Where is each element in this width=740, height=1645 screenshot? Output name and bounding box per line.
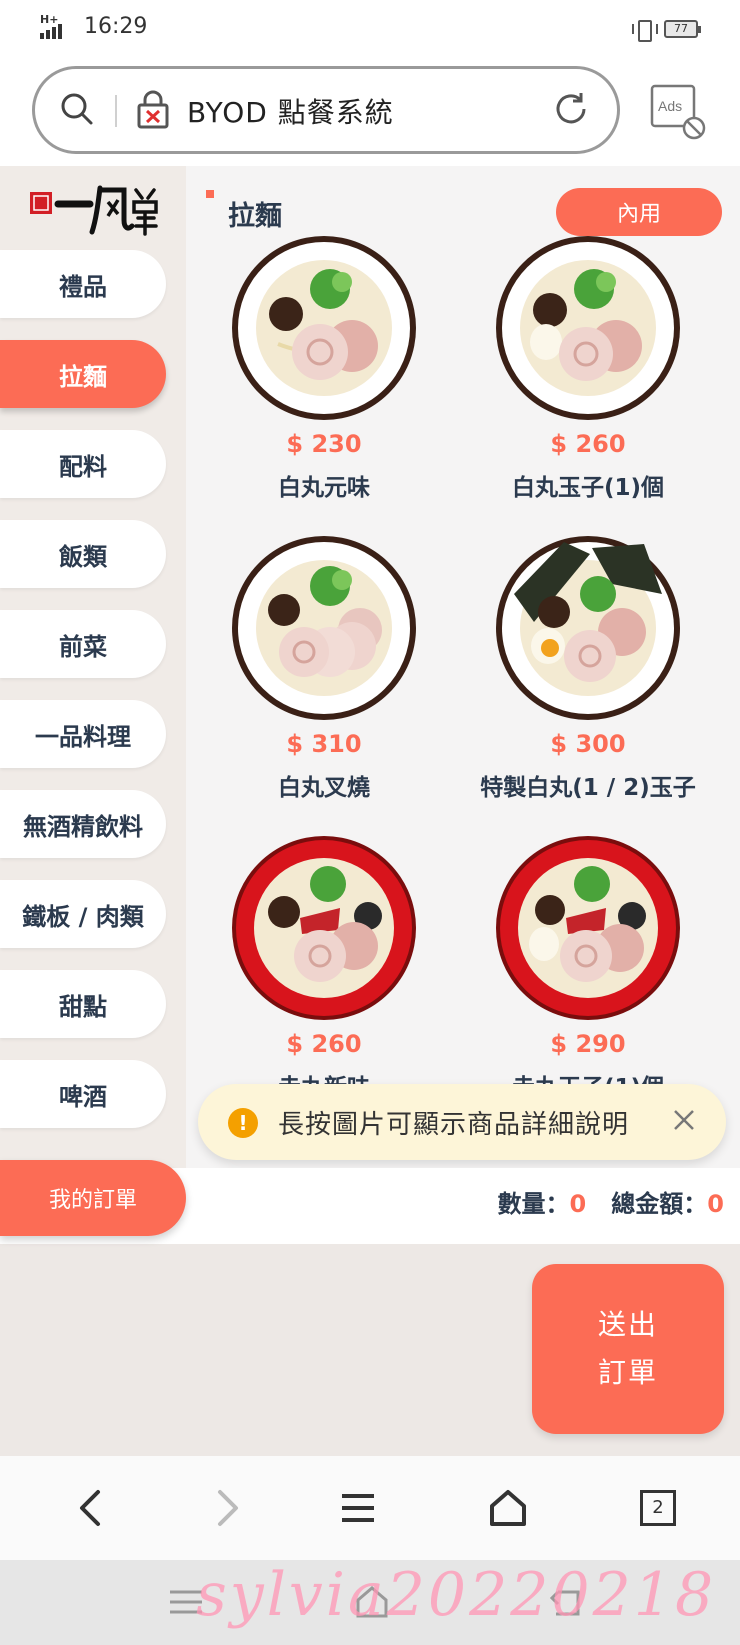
category-appetizers[interactable]: 前菜 (0, 610, 166, 678)
category-gift[interactable]: 禮品 (0, 250, 166, 318)
product-panel: 拉麵 內用 $ 230 白丸元味 $ 260 白丸玉子(1)個 $ 310 白丸… (186, 166, 740, 1176)
product-price: $ 230 (286, 430, 362, 458)
warning-icon: ! (228, 1108, 258, 1138)
ramen-image[interactable] (230, 234, 418, 422)
ippudo-logo (30, 185, 158, 236)
toast-message: 長按圖片可顯示商品詳細說明 (278, 1110, 630, 1140)
svg-text:Ads: Ads (658, 98, 682, 114)
order-summary: 數量：0 總金額：0 (498, 1184, 724, 1219)
quantity-value: 0 (569, 1190, 587, 1218)
product-card[interactable]: $ 260 白丸玉子(1)個 (450, 234, 720, 534)
product-price: $ 260 (550, 430, 626, 458)
menu-icon[interactable] (336, 1486, 380, 1530)
category-toppings[interactable]: 配料 (0, 430, 166, 498)
category-dessert[interactable]: 甜點 (0, 970, 166, 1038)
tabs-count-button[interactable]: 2 (640, 1490, 676, 1526)
hint-toast: ! 長按圖片可顯示商品詳細說明 (198, 1084, 726, 1160)
home-icon[interactable] (486, 1486, 530, 1530)
product-price: $ 300 (550, 730, 626, 758)
forward-icon[interactable] (204, 1486, 248, 1530)
address-bar[interactable]: BYOD 點餐系統 (32, 66, 620, 154)
category-soft-drinks[interactable]: 無酒精飲料 (0, 790, 166, 858)
my-order-button[interactable]: 我的訂單 (0, 1160, 186, 1236)
battery-icon: 77 (664, 20, 701, 38)
product-card[interactable]: $ 310 白丸叉燒 (186, 534, 456, 834)
product-name: 白丸叉燒 (278, 775, 370, 801)
signal-icon: H+ (40, 13, 76, 39)
submit-line-1: 送出 (597, 1308, 658, 1341)
product-price: $ 290 (550, 1030, 626, 1058)
total-value: 0 (707, 1190, 724, 1218)
status-bar: H+ 16:29 77 (0, 0, 740, 58)
product-name: 白丸元味 (278, 475, 370, 501)
browser-bottom-nav: 2 (0, 1456, 740, 1560)
back-icon[interactable] (70, 1486, 114, 1530)
category-sidebar: 禮品 拉麵 配料 飯類 前菜 一品料理 無酒精飲料 鐵板 / 肉類 甜點 啤酒 (0, 166, 186, 1176)
close-icon[interactable] (668, 1104, 700, 1136)
submit-line-2: 訂單 (597, 1356, 658, 1389)
category-ramen[interactable]: 拉麵 (0, 340, 166, 408)
product-name: 特製白丸(1 / 2)玉子 (480, 775, 696, 801)
category-rice[interactable]: 飯類 (0, 520, 166, 588)
ramen-image[interactable] (230, 834, 418, 1022)
dine-in-button[interactable]: 內用 (556, 188, 722, 236)
insecure-lock-icon[interactable] (135, 89, 171, 129)
category-teppan-meat[interactable]: 鐵板 / 肉類 (0, 880, 166, 948)
category-a-la-carte[interactable]: 一品料理 (0, 700, 166, 768)
status-time: 16:29 (84, 14, 148, 39)
section-title: 拉麵 (228, 201, 282, 232)
watermark: sylvia20220218 (196, 1560, 717, 1630)
ads-block-icon[interactable]: Ads (650, 84, 708, 142)
product-price: $ 310 (286, 730, 362, 758)
divider (115, 95, 117, 127)
category-beer[interactable]: 啤酒 (0, 1060, 166, 1128)
ramen-image[interactable] (494, 834, 682, 1022)
total-label: 總金額： (611, 1190, 708, 1218)
quantity-label: 數量： (497, 1190, 570, 1218)
section-marker (206, 190, 214, 198)
app-area: 禮品 拉麵 配料 飯類 前菜 一品料理 無酒精飲料 鐵板 / 肉類 甜點 啤酒 … (0, 166, 740, 1456)
product-card[interactable]: $ 230 白丸元味 (186, 234, 456, 534)
vibrate-icon (632, 18, 658, 42)
reload-icon[interactable] (551, 89, 591, 129)
ramen-image[interactable] (494, 234, 682, 422)
product-price: $ 260 (286, 1030, 362, 1058)
submit-order-button[interactable]: 送出 訂單 (532, 1264, 724, 1434)
ramen-image[interactable] (494, 534, 682, 722)
url-text[interactable]: BYOD 點餐系統 (187, 91, 394, 131)
ramen-image[interactable] (230, 534, 418, 722)
product-name: 白丸玉子(1)個 (511, 475, 665, 501)
search-icon[interactable] (59, 91, 95, 127)
product-card[interactable]: $ 300 特製白丸(1 / 2)玉子 (450, 534, 720, 834)
